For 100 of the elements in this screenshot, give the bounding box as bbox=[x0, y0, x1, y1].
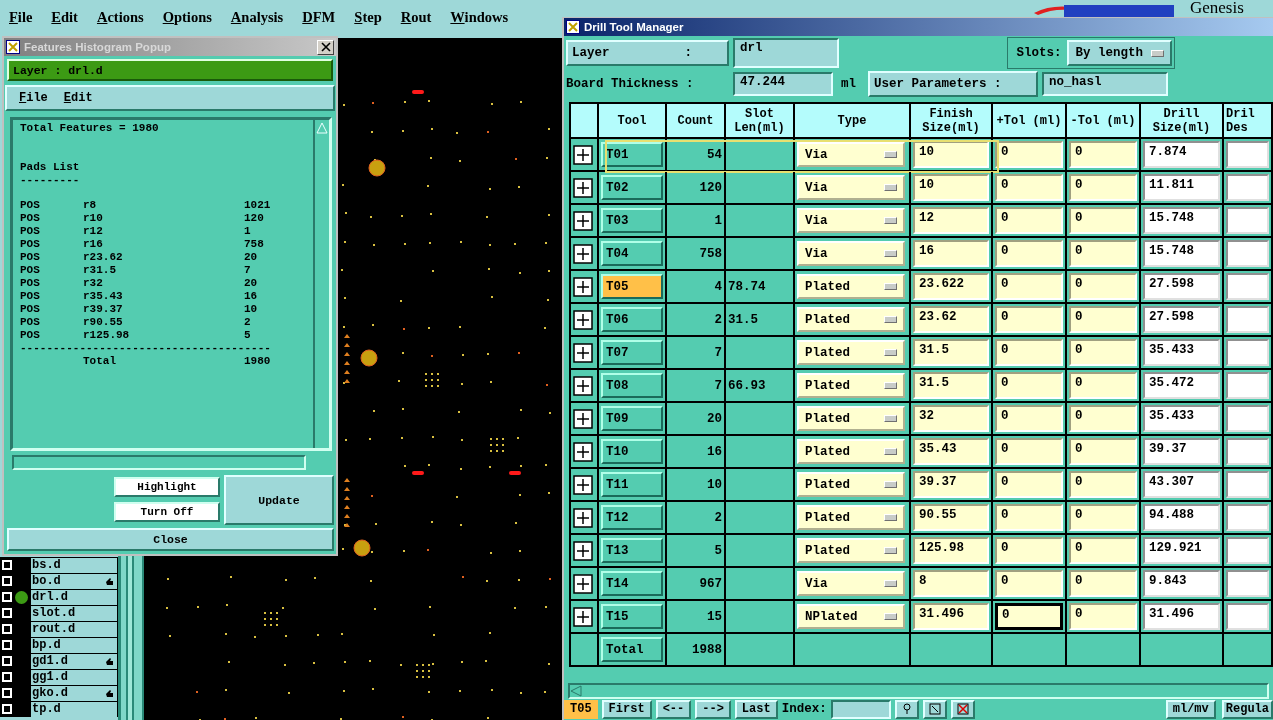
menu-item[interactable]: Edit bbox=[51, 9, 78, 26]
minus-tolerance-field[interactable]: 0 bbox=[1069, 537, 1137, 564]
horizontal-scrollbar[interactable] bbox=[568, 683, 1269, 699]
finish-size-field[interactable]: 23.622 bbox=[913, 273, 989, 300]
tool-button[interactable]: T09 bbox=[601, 406, 663, 431]
description-field[interactable] bbox=[1226, 141, 1269, 168]
layer-item[interactable]: drl.d bbox=[31, 589, 117, 605]
menu-item[interactable]: Actions bbox=[96, 9, 144, 26]
user-parameters-button[interactable]: User Parameters : bbox=[868, 71, 1038, 97]
tool-button[interactable]: T05 bbox=[601, 274, 663, 299]
expand-icon[interactable] bbox=[573, 309, 593, 330]
tool-button[interactable]: T12 bbox=[601, 505, 663, 530]
tool-button[interactable]: T08 bbox=[601, 373, 663, 398]
plus-tolerance-field[interactable]: 0 bbox=[995, 405, 1063, 432]
user-parameters-field[interactable]: no_hasl bbox=[1042, 72, 1168, 96]
finish-size-field[interactable]: 31.496 bbox=[913, 603, 989, 630]
minus-tolerance-field[interactable]: 0 bbox=[1069, 240, 1137, 267]
layer-item[interactable]: bs.d bbox=[31, 557, 117, 573]
layer-checkbox[interactable] bbox=[2, 656, 12, 666]
layer-checkbox[interactable] bbox=[2, 624, 12, 634]
drill-size-field[interactable]: 27.598 bbox=[1143, 273, 1220, 300]
drill-size-field[interactable]: 43.307 bbox=[1143, 471, 1220, 498]
expand-icon[interactable] bbox=[573, 507, 593, 528]
minus-tolerance-field[interactable]: 0 bbox=[1069, 372, 1137, 399]
layer-item[interactable]: gd1.d bbox=[31, 653, 117, 669]
type-dropdown[interactable]: Via bbox=[797, 175, 905, 200]
plus-tolerance-field[interactable]: 0 bbox=[995, 504, 1063, 531]
close-button[interactable]: Close bbox=[7, 528, 334, 551]
description-field[interactable] bbox=[1226, 207, 1269, 234]
description-field[interactable] bbox=[1226, 174, 1269, 201]
vertical-scrollbar[interactable] bbox=[313, 120, 329, 448]
mode-button[interactable]: Regula bbox=[1221, 699, 1273, 719]
layer-item[interactable]: gko.d bbox=[31, 685, 117, 701]
type-dropdown[interactable]: Plated bbox=[797, 274, 905, 299]
minus-tolerance-field[interactable]: 0 bbox=[1069, 570, 1137, 597]
description-field[interactable] bbox=[1226, 372, 1269, 399]
minus-tolerance-field[interactable]: 0 bbox=[1069, 174, 1137, 201]
minus-tolerance-field[interactable]: 0 bbox=[1069, 207, 1137, 234]
layer-checkbox[interactable] bbox=[2, 640, 12, 650]
menu-item[interactable]: Options bbox=[162, 9, 212, 26]
window-button[interactable] bbox=[922, 699, 947, 719]
minus-tolerance-field[interactable]: 0 bbox=[1069, 504, 1137, 531]
plus-tolerance-field[interactable]: 0 bbox=[995, 141, 1063, 168]
type-dropdown[interactable]: Via bbox=[797, 142, 905, 167]
plus-tolerance-field[interactable]: 0 bbox=[995, 207, 1063, 234]
tool-button[interactable]: T13 bbox=[601, 538, 663, 563]
drill-size-field[interactable]: 39.37 bbox=[1143, 438, 1220, 465]
navigation-button[interactable]: --> bbox=[695, 699, 731, 719]
menu-item[interactable]: Windows bbox=[450, 9, 509, 26]
menu-item[interactable]: Rout bbox=[400, 9, 432, 26]
finish-size-field[interactable]: 23.62 bbox=[913, 306, 989, 333]
minus-tolerance-field[interactable]: 0 bbox=[1069, 273, 1137, 300]
menu-item[interactable]: DFM bbox=[302, 9, 336, 26]
index-field[interactable] bbox=[830, 699, 891, 719]
drill-size-field[interactable]: 94.488 bbox=[1143, 504, 1220, 531]
layer-item[interactable]: bp.d bbox=[31, 637, 117, 653]
drill-size-field[interactable]: 35.433 bbox=[1143, 339, 1220, 366]
type-dropdown[interactable]: Via bbox=[797, 241, 905, 266]
drill-size-field[interactable]: 15.748 bbox=[1143, 240, 1220, 267]
navigation-button[interactable]: <-- bbox=[655, 699, 692, 719]
description-field[interactable] bbox=[1226, 240, 1269, 267]
expand-icon[interactable] bbox=[573, 276, 593, 297]
finish-size-field[interactable]: 32 bbox=[913, 405, 989, 432]
description-field[interactable] bbox=[1226, 339, 1269, 366]
layer-button[interactable]: Layer : bbox=[566, 40, 729, 66]
tool-button[interactable]: T01 bbox=[601, 142, 663, 167]
minus-tolerance-field[interactable]: 0 bbox=[1069, 141, 1137, 168]
plus-tolerance-field[interactable]: 0 bbox=[995, 603, 1063, 630]
finish-size-field[interactable]: 35.43 bbox=[913, 438, 989, 465]
plus-tolerance-field[interactable]: 0 bbox=[995, 570, 1063, 597]
plus-tolerance-field[interactable]: 0 bbox=[995, 471, 1063, 498]
expand-icon[interactable] bbox=[573, 177, 593, 198]
plus-tolerance-field[interactable]: 0 bbox=[995, 537, 1063, 564]
menu-item[interactable]: File bbox=[19, 91, 48, 105]
type-dropdown[interactable]: Plated bbox=[797, 373, 905, 398]
layer-checkbox[interactable] bbox=[2, 576, 12, 586]
finish-size-field[interactable]: 16 bbox=[913, 240, 989, 267]
expand-icon[interactable] bbox=[573, 606, 593, 627]
type-dropdown[interactable]: Plated bbox=[797, 472, 905, 497]
drill-size-field[interactable]: 27.598 bbox=[1143, 306, 1220, 333]
expand-icon[interactable] bbox=[573, 441, 593, 462]
type-dropdown[interactable]: Via bbox=[797, 208, 905, 233]
layer-item[interactable]: rout.d bbox=[31, 621, 117, 637]
layer-item[interactable]: slot.d bbox=[31, 605, 117, 621]
finish-size-field[interactable]: 8 bbox=[913, 570, 989, 597]
minus-tolerance-field[interactable]: 0 bbox=[1069, 306, 1137, 333]
drill-size-field[interactable]: 11.811 bbox=[1143, 174, 1220, 201]
drill-size-field[interactable]: 15.748 bbox=[1143, 207, 1220, 234]
layer-checkbox[interactable] bbox=[2, 592, 12, 602]
layer-item[interactable]: tp.d bbox=[31, 701, 117, 717]
expand-icon[interactable] bbox=[573, 243, 593, 264]
description-field[interactable] bbox=[1226, 603, 1269, 630]
tool-button[interactable]: T14 bbox=[601, 571, 663, 596]
layer-field[interactable]: drl bbox=[733, 38, 839, 68]
layer-checkbox[interactable] bbox=[2, 608, 12, 618]
menu-item[interactable]: Analysis bbox=[230, 9, 284, 26]
layer-checkbox[interactable] bbox=[2, 560, 12, 570]
layer-checkbox[interactable] bbox=[2, 672, 12, 682]
plus-tolerance-field[interactable]: 0 bbox=[995, 339, 1063, 366]
finish-size-field[interactable]: 125.98 bbox=[913, 537, 989, 564]
